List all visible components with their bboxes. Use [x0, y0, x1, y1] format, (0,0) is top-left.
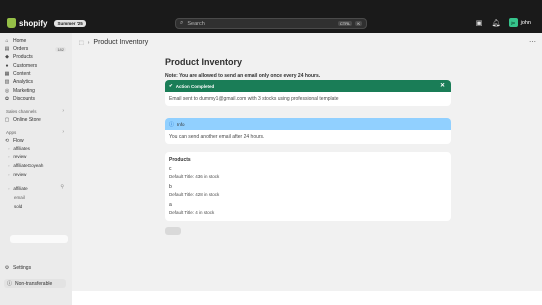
sidebar-item-content[interactable]: ▦ Content: [4, 70, 68, 78]
sidebar-item-analytics[interactable]: ▥ Analytics: [4, 78, 68, 86]
app-icon: ▫: [8, 163, 10, 168]
product-stock: Default Title: 4 in stock: [169, 210, 215, 215]
gear-icon: ⚙: [4, 265, 10, 271]
app-icon: ▫: [8, 146, 10, 151]
check-icon: ✔: [169, 83, 173, 88]
product-title: b: [169, 184, 172, 190]
plan-badge[interactable]: ⓘ Non-transferable: [4, 279, 66, 288]
app-icon: ▫: [8, 154, 10, 159]
customers-icon: ●: [5, 63, 9, 69]
app-icon: ▫: [8, 186, 10, 191]
info-title: Info: [177, 121, 185, 127]
shortcut-ctrl: CTRL: [337, 21, 353, 26]
sidebar: ⌂ Home ▤ Orders 182 ◆ Products ● Custome…: [0, 33, 72, 305]
pin-icon[interactable]: ⚲: [60, 184, 64, 190]
product-title: a: [169, 202, 172, 208]
sidebar-item-customers[interactable]: ● Customers: [4, 62, 68, 70]
top-bar: shopify Summer '25 ⌕ Search CTRL K ▣ 🔔︎ …: [0, 0, 542, 33]
sidebar-item-settings[interactable]: ⚙ Settings: [4, 264, 68, 272]
success-title: Action Completed: [175, 83, 215, 89]
sidebar-item-orders[interactable]: ▤ Orders 182: [4, 45, 68, 53]
search-placeholder: Search: [187, 20, 205, 27]
orders-count: 182: [55, 46, 66, 52]
marketing-icon: ◎: [4, 88, 10, 94]
sidebar-item-home[interactable]: ⌂ Home: [4, 37, 68, 45]
product-stock: Default Title: 436 in stock: [169, 174, 220, 179]
info-message: You can send another email after 24 hour…: [165, 130, 451, 144]
bell-icon[interactable]: 🔔︎: [492, 19, 501, 27]
sidebar-child-email[interactable]: email: [14, 195, 25, 200]
orders-icon: ▤: [4, 46, 10, 52]
sidebar-item-discounts[interactable]: ✿ Discounts: [4, 95, 68, 103]
products-card: Products c Default Title: 436 in stock b…: [165, 152, 451, 221]
sidebar-item-marketing[interactable]: ◎ Marketing: [4, 87, 68, 95]
products-icon: ◆: [5, 54, 9, 60]
shopify-bag-icon: [7, 18, 16, 28]
sidebar-item-products[interactable]: ◆ Products: [4, 53, 68, 61]
analytics-icon: ▥: [4, 79, 10, 85]
product-stock: Default Title: 428 in stock: [169, 192, 220, 197]
more-icon[interactable]: ⋯: [529, 38, 536, 46]
flow-icon: ⟲: [4, 138, 10, 144]
search-icon: ⌕: [180, 20, 184, 26]
success-message: Email sent to dummy1@gmail.com with 3 st…: [165, 92, 451, 106]
active-item-highlight: [10, 235, 68, 243]
discounts-icon: ✿: [4, 96, 10, 102]
breadcrumb-title: Product Inventory: [93, 39, 149, 46]
edition-badge: Summer '25: [54, 19, 86, 27]
app-icon: ▫: [8, 172, 10, 177]
sidebar-app-affiliate[interactable]: ▫ affiliate: [8, 186, 28, 191]
sales-channels-heading: Sales channels: [6, 109, 37, 114]
info-banner-header: ⓘ Info: [165, 118, 451, 130]
success-banner-header: ✔ Action Completed ✕: [165, 80, 451, 92]
brand-name: shopify: [19, 18, 48, 28]
store-icon[interactable]: ▣: [475, 19, 484, 27]
chevron-right-icon[interactable]: ›: [62, 129, 64, 135]
sidebar-app-affiliates[interactable]: ▫ affiliates: [8, 146, 30, 151]
breadcrumb: ⬚ › Product Inventory: [79, 39, 148, 46]
sidebar-app-review-2[interactable]: ▫ review: [8, 172, 26, 177]
chevron-right-icon[interactable]: ›: [62, 108, 64, 114]
sidebar-item-flow[interactable]: ⟲ Flow: [4, 137, 68, 145]
info-icon: ⓘ: [7, 281, 13, 287]
online-store-icon: ▢: [4, 117, 10, 123]
products-heading: Products: [169, 157, 191, 163]
sidebar-item-online-store[interactable]: ▢ Online Store: [4, 116, 68, 124]
avatar: jo: [508, 18, 518, 27]
sidebar-app-affiliategoyeah[interactable]: ▫ affiliateGoyeah: [8, 163, 43, 168]
bottom-area: [72, 291, 542, 305]
home-icon: ⌂: [5, 38, 9, 44]
user-menu[interactable]: jo john: [508, 18, 531, 27]
product-title: c: [169, 166, 172, 172]
page-title: Product Inventory: [165, 57, 243, 67]
chevron-right-icon: ›: [87, 39, 90, 46]
back-icon[interactable]: ⬚: [79, 40, 84, 46]
sidebar-app-review[interactable]: ▫ review: [8, 154, 26, 159]
shortcut-k: K: [355, 21, 362, 26]
shopify-logo[interactable]: shopify Summer '25: [7, 18, 86, 28]
sidebar-child-sold[interactable]: sold: [14, 204, 22, 209]
apps-heading: Apps: [6, 130, 17, 135]
content-icon: ▦: [4, 71, 10, 77]
search-input[interactable]: ⌕ Search CTRL K: [175, 18, 367, 29]
user-name: john: [520, 19, 531, 26]
info-icon: ⓘ: [169, 121, 175, 128]
close-icon[interactable]: ✕: [440, 82, 445, 89]
send-button[interactable]: [165, 227, 181, 235]
email-limit-note: Note: You are allowed to send an email o…: [165, 73, 321, 79]
